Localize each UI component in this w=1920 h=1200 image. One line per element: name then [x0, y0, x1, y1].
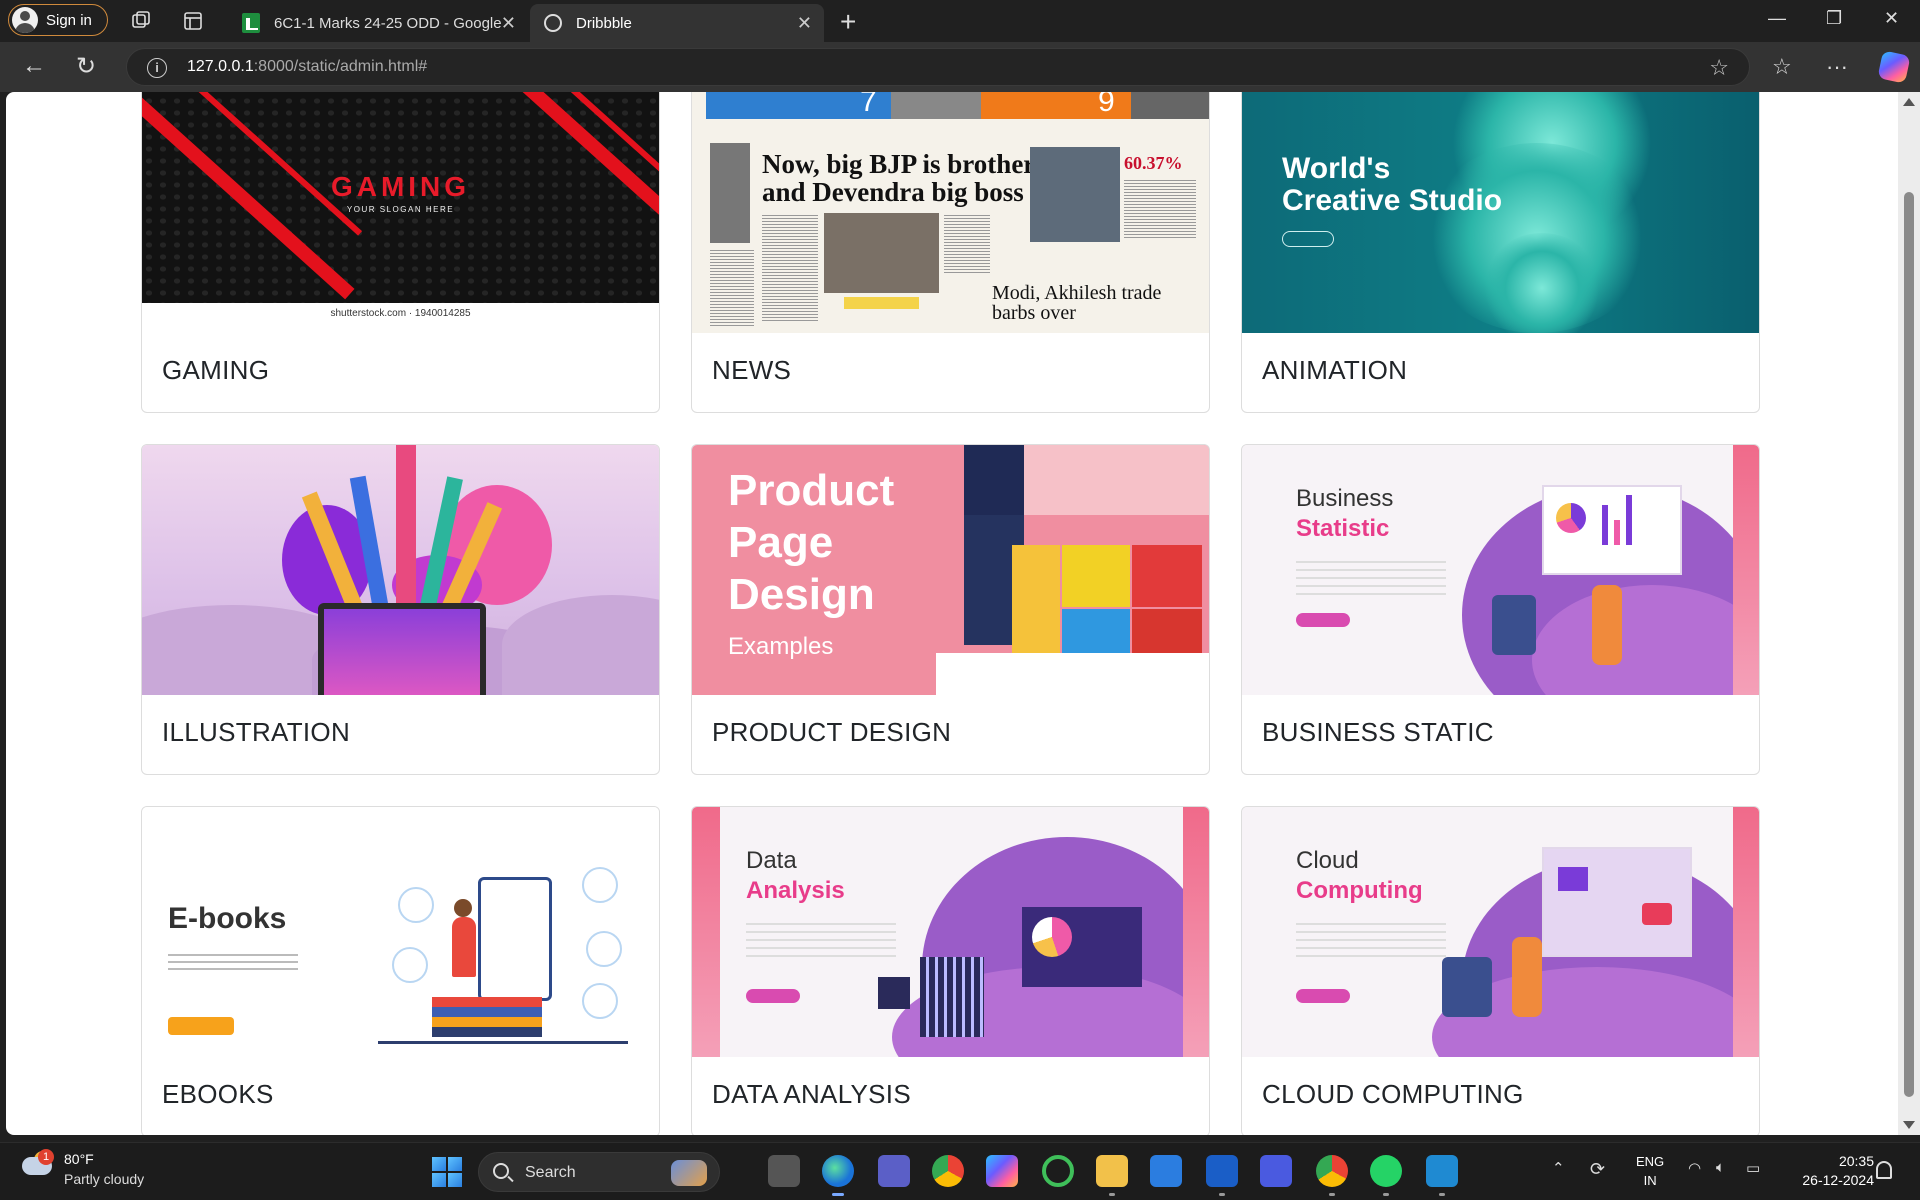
page-scrollbar[interactable] — [1898, 92, 1920, 1135]
workspaces-icon[interactable] — [130, 10, 152, 32]
sync-icon[interactable]: ⟳ — [1590, 1159, 1605, 1180]
whatsapp-icon[interactable] — [1370, 1155, 1402, 1196]
refresh-icon[interactable]: ↻ — [76, 52, 96, 81]
browser-tab-bar: Sign in 6C1-1 Marks 24-25 ODD - Google ✕… — [0, 0, 1920, 42]
site-info-icon[interactable]: i — [147, 58, 167, 78]
scrollbar-thumb[interactable] — [1904, 192, 1914, 1097]
store-icon[interactable] — [1150, 1155, 1182, 1187]
scroll-up-arrow-icon[interactable] — [1903, 98, 1915, 106]
file-explorer-icon[interactable] — [1096, 1155, 1128, 1196]
refresh-app-icon[interactable] — [1042, 1155, 1074, 1187]
card-title: ANIMATION — [1262, 355, 1408, 385]
volume-icon[interactable]: 🔈︎ — [1716, 1159, 1725, 1176]
gaming-banner-image: GAMING YOUR SLOGAN HERE shutterstock.com… — [142, 92, 659, 333]
sign-in-button[interactable]: Sign in — [8, 4, 108, 36]
favorite-star-icon[interactable]: ☆ — [1709, 55, 1729, 81]
page-viewport: GAMING YOUR SLOGAN HERE shutterstock.com… — [6, 92, 1898, 1135]
language-indicator[interactable]: ENG IN — [1636, 1152, 1664, 1190]
card-title: NEWS — [712, 355, 792, 385]
close-tab-icon[interactable]: ✕ — [501, 13, 516, 34]
category-grid: GAMING YOUR SLOGAN HERE shutterstock.com… — [141, 92, 1767, 1135]
category-card-business-static[interactable]: Business Statistic BUSINESS STATIC — [1241, 444, 1760, 775]
tab-actions-icon[interactable] — [182, 10, 204, 32]
sign-in-label: Sign in — [46, 11, 92, 29]
card-title: EBOOKS — [162, 1079, 274, 1109]
profile-avatar-icon — [12, 7, 38, 33]
windows-taskbar: 1 80°F Partly cloudy Search ⌃ ⟳ ENG IN ◠ … — [0, 1142, 1920, 1200]
search-icon — [493, 1163, 509, 1179]
browser-toolbar: ← ↻ i 127.0.0.1:8000/static/admin.html# … — [0, 42, 1920, 92]
address-bar[interactable]: i 127.0.0.1:8000/static/admin.html# ☆ — [126, 48, 1750, 86]
category-card-gaming[interactable]: GAMING YOUR SLOGAN HERE shutterstock.com… — [141, 92, 660, 413]
tab-title: Dribbble — [576, 14, 632, 32]
google-sheets-icon — [242, 13, 260, 33]
wifi-icon[interactable]: ◠ — [1688, 1159, 1701, 1177]
close-tab-icon[interactable]: ✕ — [797, 13, 812, 34]
copilot-icon[interactable] — [1877, 50, 1911, 84]
system-clock[interactable]: 20:35 26-12-2024 — [1782, 1152, 1874, 1190]
chrome-profile-icon[interactable] — [1316, 1155, 1348, 1196]
weather-badge: 1 — [38, 1149, 54, 1165]
notification-bell-icon[interactable] — [1876, 1161, 1892, 1179]
category-card-data-analysis[interactable]: Data Analysis DATA ANALYSIS — [691, 806, 1210, 1135]
battery-icon[interactable]: ▭ — [1746, 1159, 1760, 1177]
illustration-image — [142, 445, 659, 695]
vector-app-icon[interactable] — [1260, 1155, 1292, 1187]
globe-icon — [544, 14, 562, 32]
minimize-icon[interactable]: — — [1768, 8, 1786, 29]
teams-icon[interactable] — [878, 1155, 910, 1187]
card-title: DATA ANALYSIS — [712, 1079, 911, 1109]
product-design-image: Product Page Design Examples — [692, 445, 1209, 695]
card-title: CLOUD COMPUTING — [1262, 1079, 1524, 1109]
windows-start-icon[interactable] — [432, 1157, 462, 1187]
data-analysis-image: Data Analysis — [692, 807, 1209, 1057]
business-statistic-image: Business Statistic — [1242, 445, 1759, 695]
scroll-down-arrow-icon[interactable] — [1903, 1121, 1915, 1129]
close-window-icon[interactable]: ✕ — [1884, 8, 1899, 29]
tab-title: 6C1-1 Marks 24-25 ODD - Google — [274, 14, 502, 32]
category-card-product-design[interactable]: Product Page Design Examples PRODUCT DESIG… — [691, 444, 1210, 775]
card-title: BUSINESS STATIC — [1262, 717, 1494, 747]
temperature: 80°F — [64, 1151, 94, 1167]
card-title: GAMING — [162, 355, 270, 385]
category-card-ebooks[interactable]: E-books EBOOKS — [141, 806, 660, 1135]
category-card-animation[interactable]: World's Creative Studio ANIMATION — [1241, 92, 1760, 413]
restore-icon[interactable]: ❐ — [1826, 8, 1842, 29]
favorites-icon[interactable]: ☆ — [1772, 54, 1792, 80]
new-tab-button[interactable]: + — [840, 6, 856, 38]
chrome-icon[interactable] — [932, 1155, 964, 1187]
weather-condition: Partly cloudy — [64, 1171, 145, 1187]
tab-marks-sheet[interactable]: 6C1-1 Marks 24-25 ODD - Google ✕ — [228, 4, 528, 42]
task-view-icon[interactable] — [768, 1155, 800, 1187]
more-options-icon[interactable]: ··· — [1826, 54, 1848, 80]
newspaper-image: 7 9 Now, big BJP is brother and Devendra… — [692, 92, 1209, 333]
vscode-icon[interactable] — [1426, 1155, 1458, 1196]
category-card-news[interactable]: 7 9 Now, big BJP is brother and Devendra… — [691, 92, 1210, 413]
taskbar-search[interactable]: Search — [478, 1152, 720, 1192]
search-highlight-icon — [671, 1160, 707, 1186]
show-hidden-icons-icon[interactable]: ⌃ — [1552, 1159, 1565, 1177]
category-card-illustration[interactable]: ILLUSTRATION — [141, 444, 660, 775]
back-arrow-icon[interactable]: ← — [22, 52, 46, 80]
tab-dribbble[interactable]: Dribbble ✕ — [530, 4, 824, 42]
edge-icon[interactable] — [822, 1155, 854, 1196]
card-title: PRODUCT DESIGN — [712, 717, 952, 747]
creative-studio-image: World's Creative Studio — [1242, 92, 1759, 333]
card-title: ILLUSTRATION — [162, 717, 351, 747]
ebooks-image: E-books — [142, 807, 659, 1057]
search-label: Search — [525, 1164, 576, 1181]
url-text: 127.0.0.1:8000/static/admin.html# — [187, 58, 428, 75]
cloud-computing-image: Cloud Computing — [1242, 807, 1759, 1057]
lens-app-icon[interactable] — [1206, 1155, 1238, 1196]
copilot-app-icon[interactable] — [986, 1155, 1018, 1187]
category-card-cloud-computing[interactable]: Cloud Computing CLOUD COMPUTING — [1241, 806, 1760, 1135]
